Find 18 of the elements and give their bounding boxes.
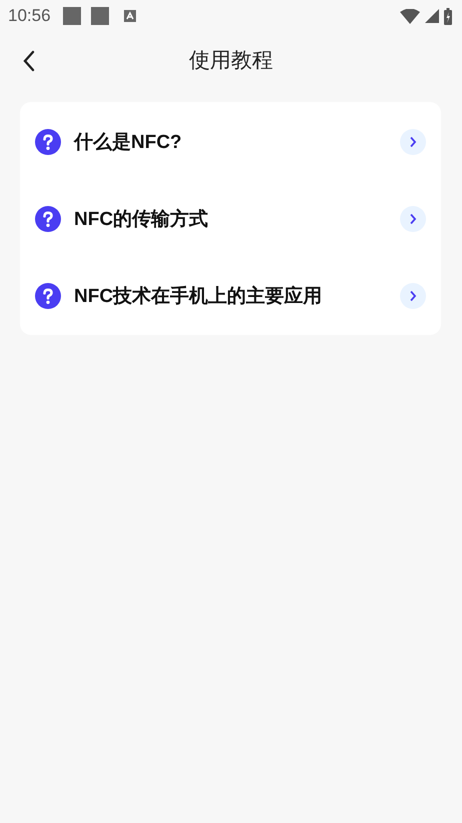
notification-icon: [124, 10, 136, 22]
signal-icon: [425, 9, 439, 23]
notification-icon: [90, 7, 109, 25]
back-icon[interactable]: [22, 50, 36, 72]
notification-icon: [62, 7, 81, 25]
clock: 10:56: [8, 6, 51, 26]
wifi-icon: [400, 8, 420, 24]
question-icon: [35, 128, 61, 154]
question-icon: [35, 282, 61, 308]
chevron-right-icon: [400, 282, 426, 308]
question-icon: [35, 206, 61, 232]
chevron-right-icon: [400, 206, 426, 232]
page-title: 使用教程: [189, 47, 273, 74]
chevron-right-icon: [400, 128, 426, 154]
tutorial-item[interactable]: 什么是NFC?: [20, 103, 441, 180]
battery-icon: [444, 8, 452, 24]
tutorial-item[interactable]: NFC技术在手机上的主要应用: [20, 257, 441, 334]
tutorial-item[interactable]: NFC的传输方式: [20, 180, 441, 257]
